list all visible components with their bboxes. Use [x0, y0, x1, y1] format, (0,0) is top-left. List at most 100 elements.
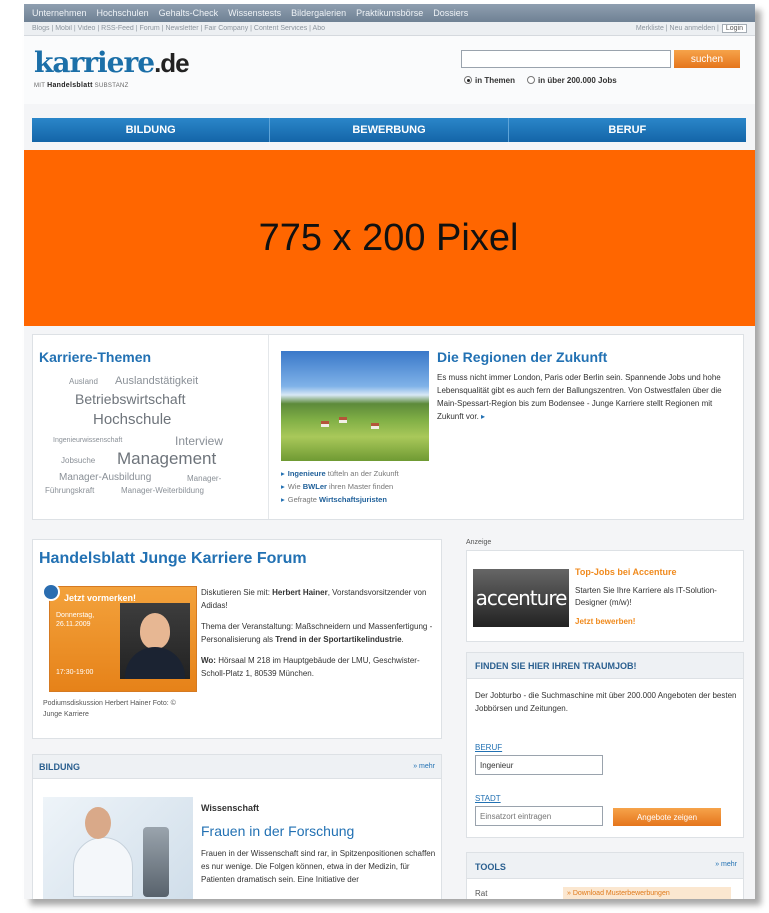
stadt-input[interactable] — [475, 806, 603, 826]
tools-more-link[interactable]: » mehr — [715, 861, 737, 868]
accenture-logo[interactable]: accenture — [473, 569, 569, 627]
forum-description: Diskutieren Sie mit: Herbert Hainer, Vor… — [201, 586, 437, 688]
search-button[interactable]: suchen — [674, 50, 740, 68]
tag-auslandstaetigkeit[interactable]: Auslandstätigkeit — [115, 375, 198, 387]
tag-jobsuche[interactable]: Jobsuche — [61, 456, 95, 465]
topnav-item-dossiers[interactable]: Dossiers — [433, 8, 468, 18]
tab-bildung[interactable]: BILDUNG — [32, 118, 271, 142]
tools-box: TOOLS » mehr Rat » Download Musterbewerb… — [466, 852, 744, 899]
ad-label: Anzeige — [466, 539, 492, 546]
radio-unselected-icon[interactable] — [527, 76, 536, 84]
login-button[interactable]: Login — [721, 24, 747, 33]
tag-ingenieurwissenschaft[interactable]: Ingenieurwissenschaft — [53, 437, 122, 444]
event-card[interactable]: Jetzt vormerken! Donnerstag, 26.11.2009 1… — [42, 583, 197, 692]
link-pre: Gefragte — [287, 495, 320, 504]
bildung-more-link[interactable]: » mehr — [413, 763, 435, 770]
tab-bewerbung[interactable]: BEWERBUNG — [270, 118, 509, 142]
main-navigation: BILDUNG BEWERBUNG BERUF — [32, 118, 746, 142]
bildung-box: BILDUNG » mehr Wissenschaft Frauen in de… — [32, 754, 442, 899]
tag-interview[interactable]: Interview — [175, 434, 223, 448]
search-option-jobs[interactable]: in über 200.000 Jobs — [527, 76, 617, 85]
career-topics-title: Karriere-Themen — [39, 349, 152, 365]
ad-title[interactable]: Top-Jobs bei Accenture — [575, 567, 677, 577]
bildung-article-title[interactable]: Frauen in der Forschung — [201, 823, 354, 839]
job-search-intro: Der Jobturbo - die Suchmaschine mit über… — [475, 691, 737, 713]
service-navigation: Blogs | Mobil | Video | RSS-Feed | Forum… — [24, 22, 755, 36]
show-offers-button[interactable]: Angebote zeigen — [613, 808, 721, 826]
logo-subline: MIT Handelsblatt SUBSTANZ — [34, 82, 129, 89]
search-input[interactable] — [461, 50, 671, 68]
download-link[interactable]: » Download Musterbewerbungen — [563, 887, 731, 899]
stadt-label: STADT — [475, 794, 501, 803]
search-scope-options: in Themen in über 200.000 Jobs — [464, 76, 617, 85]
site-logo[interactable]: karriere.de — [34, 46, 190, 79]
topnav-item-wissenstests[interactable]: Wissenstests — [228, 8, 281, 18]
beruf-label: BERUF — [475, 743, 503, 752]
suit — [125, 647, 185, 679]
bildung-category: Wissenschaft — [201, 803, 259, 813]
regions-related-links: ▸ Ingenieure tüfteln an der Zukunft ▸ Wie … — [281, 467, 399, 506]
service-links[interactable]: Blogs | Mobil | Video | RSS-Feed | Forum… — [32, 25, 636, 32]
landscape-photo[interactable] — [281, 351, 429, 461]
tag-ausland[interactable]: Ausland — [69, 377, 98, 386]
banner-text: 775 x 200 Pixel — [258, 216, 519, 259]
job-search-header: FINDEN SIE HIER IHREN TRAUMJOB! — [467, 653, 743, 679]
lab-coat — [73, 837, 133, 897]
bildung-article-text: Frauen in der Wissenschaft sind rar, in … — [201, 849, 436, 884]
search-option-themen[interactable]: in Themen — [464, 76, 515, 85]
bildung-header-title[interactable]: BILDUNG — [39, 762, 80, 772]
regions-title[interactable]: Die Regionen der Zukunft — [437, 349, 607, 365]
bildung-header: BILDUNG » mehr — [33, 755, 441, 779]
search-option-jobs-label: in über 200.000 Jobs — [538, 76, 617, 85]
topnav-item-gehalts-check[interactable]: Gehalts-Check — [159, 8, 219, 18]
accenture-ad[interactable]: accenture Top-Jobs bei Accenture Starten… — [466, 550, 744, 642]
topnav-item-unternehmen[interactable]: Unternehmen — [32, 8, 87, 18]
scientist-photo[interactable] — [43, 797, 193, 899]
forum-p3-bold: Wo: — [201, 656, 216, 665]
tools-header: TOOLS » mehr — [467, 853, 743, 879]
job-search-box: FINDEN SIE HIER IHREN TRAUMJOB! Der Jobt… — [466, 652, 744, 838]
job-search-title: FINDEN SIE HIER IHREN TRAUMJOB! — [475, 661, 637, 671]
tag-fuehrungskraft[interactable]: Führungskraft — [45, 486, 94, 495]
ad-text: Starten Sie Ihre Karriere als IT-Solutio… — [575, 586, 717, 607]
radio-selected-icon[interactable] — [464, 76, 472, 84]
tag-manager-ausbildung[interactable]: Manager-Ausbildung — [59, 472, 151, 483]
house-icon — [339, 417, 347, 423]
arrow-icon: ▸ — [281, 482, 285, 491]
topnav-item-hochschulen[interactable]: Hochschulen — [97, 8, 149, 18]
top-navigation: Unternehmen Hochschulen Gehalts-Check Wi… — [24, 4, 755, 22]
forum-paragraph: Thema der Veranstaltung: Maßschneidern u… — [201, 620, 437, 646]
tag-manager[interactable]: Manager- — [187, 474, 221, 483]
forum-box: Handelsblatt Junge Karriere Forum Jetzt … — [32, 539, 442, 739]
page: Unternehmen Hochschulen Gehalts-Check Wi… — [24, 4, 755, 899]
forum-title[interactable]: Handelsblatt Junge Karriere Forum — [39, 550, 307, 568]
arrow-right-icon[interactable]: ▸ — [481, 412, 485, 421]
related-link[interactable]: ▸ Wie BWLer ihren Master finden — [281, 480, 399, 493]
logo-sub-suffix: SUBSTANZ — [94, 83, 129, 89]
link-bold: Ingenieure — [287, 469, 326, 478]
topnav-item-bildergalerien[interactable]: Bildergalerien — [291, 8, 346, 18]
logo-sub-prefix: MIT — [34, 83, 46, 89]
ad-apply-link[interactable]: Jetzt bewerben! — [575, 617, 635, 626]
forum-p1-pre: Diskutieren Sie mit: — [201, 588, 273, 597]
topnav-item-praktikumsboerse[interactable]: Praktikumsbörse — [356, 8, 423, 18]
link-bold: Wirtschaftsjuristen — [319, 495, 387, 504]
event-date-value: 26.11.2009 — [56, 621, 91, 628]
tag-betriebswirtschaft[interactable]: Betriebswirtschaft — [75, 391, 185, 407]
tag-manager-weiterbildung[interactable]: Manager-Weiterbildung — [121, 486, 204, 495]
related-link[interactable]: ▸ Gefragte Wirtschaftsjuristen — [281, 493, 399, 506]
search-option-themen-label: in Themen — [475, 76, 516, 85]
forum-paragraph: Wo: Hörsaal M 218 im Hauptgebäude der LM… — [201, 654, 437, 680]
tab-beruf[interactable]: BERUF — [509, 118, 746, 142]
regions-teaser-text: Es muss nicht immer London, Paris oder B… — [437, 373, 722, 421]
related-link[interactable]: ▸ Ingenieure tüfteln an der Zukunft — [281, 467, 399, 480]
logo-sub-brand: Handelsblatt — [47, 82, 93, 89]
forum-p1-bold: Herbert Hainer — [272, 588, 328, 597]
beruf-input[interactable] — [475, 755, 603, 775]
photo-caption: Podiumsdiskussion Herbert Hainer Foto: ©… — [43, 700, 176, 718]
account-links[interactable]: Merkliste | Neu anmelden | — [636, 25, 719, 32]
ad-banner-placeholder[interactable]: 775 x 200 Pixel — [24, 150, 755, 326]
event-date-day: Donnerstag, — [56, 612, 95, 619]
tag-management[interactable]: Management — [117, 449, 216, 469]
tag-hochschule[interactable]: Hochschule — [93, 411, 171, 428]
